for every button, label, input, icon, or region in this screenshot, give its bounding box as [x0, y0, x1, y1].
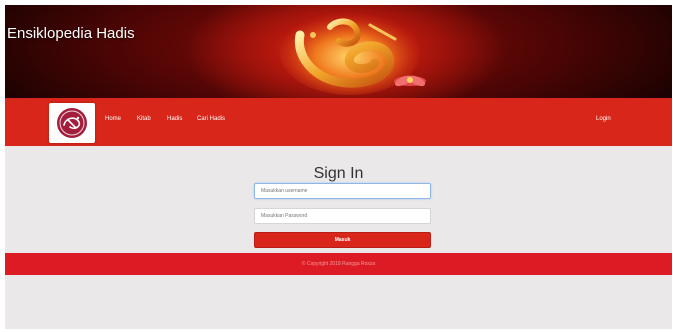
footer: © Copyright 2018 Rangga Rosza: [5, 253, 672, 275]
password-input[interactable]: [254, 208, 431, 224]
copyright-text: © Copyright 2018 Rangga Rosza: [301, 261, 376, 267]
signin-title: Sign In: [313, 165, 364, 182]
login-submit-button[interactable]: Masuk: [254, 232, 431, 248]
nav-home[interactable]: Home: [105, 116, 121, 122]
site-title: Ensiklopedia Hadis: [7, 25, 135, 42]
username-input[interactable]: [254, 183, 431, 199]
page: Ensiklopedia Hadis Home Kitab Hadis Cari…: [5, 5, 672, 329]
nav-cari-hadis[interactable]: Cari Hadis: [197, 116, 225, 122]
home-logo[interactable]: [49, 103, 95, 143]
header-banner: Ensiklopedia Hadis: [5, 5, 672, 98]
nav-kitab[interactable]: Kitab: [137, 116, 151, 122]
navbar: Home Kitab Hadis Cari Hadis Login: [5, 98, 672, 146]
nav-login[interactable]: Login: [596, 116, 611, 122]
calligraphy-flower-icon: [280, 11, 426, 95]
calligraphy-logo-icon: [57, 108, 87, 138]
nav-hadis[interactable]: Hadis: [167, 116, 182, 122]
